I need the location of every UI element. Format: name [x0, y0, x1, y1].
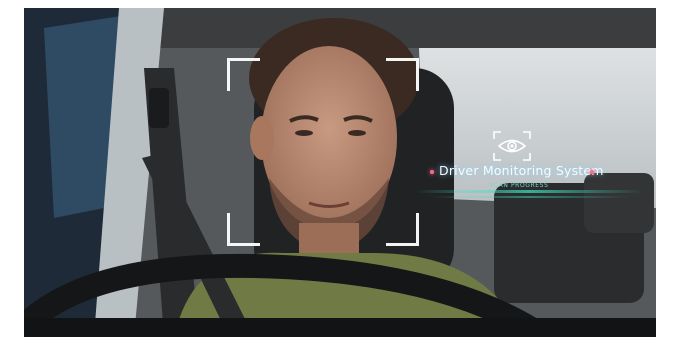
face-frame-corner-top-left: [227, 58, 260, 91]
eye-scan-icon: [493, 131, 531, 161]
hud-marker-left: [430, 170, 434, 174]
face-frame-corner-bottom-right: [386, 213, 419, 246]
hud-marker-right: [590, 170, 594, 174]
face-frame-corner-bottom-left: [227, 213, 260, 246]
hud-subtitle: SCAN PROGRESS: [489, 182, 549, 189]
face-frame-corner-top-right: [386, 58, 419, 91]
hud-title: Driver Monitoring System: [439, 163, 604, 178]
photo-frame: Driver Monitoring System SCAN PROGRESS: [24, 8, 656, 337]
